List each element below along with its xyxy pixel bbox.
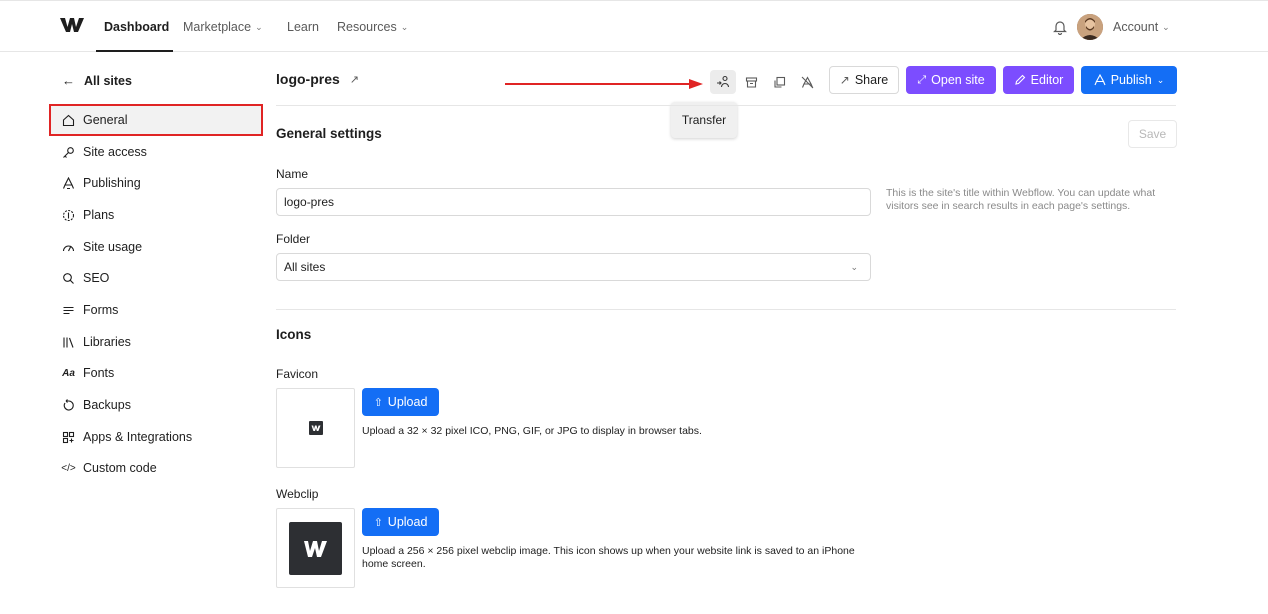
- duplicate-icon: [773, 76, 785, 88]
- webclip-preview: [276, 508, 355, 588]
- sidebar-item-fonts[interactable]: Aa Fonts: [62, 362, 262, 384]
- share-arrow-icon: ↗: [839, 73, 850, 87]
- gauge-icon: [62, 241, 75, 254]
- sidebar-item-custom-code[interactable]: </> Custom code: [61, 457, 262, 479]
- nav-resources[interactable]: Resources ⌄: [337, 20, 408, 34]
- webclip-webflow-logo-icon: [289, 521, 342, 575]
- chevron-down-icon: ⌄: [255, 21, 263, 32]
- chevron-down-icon: ⌄: [1162, 21, 1170, 32]
- icons-section-title: Icons: [276, 327, 312, 342]
- name-input[interactable]: logo-pres: [276, 188, 871, 216]
- general-settings-title: General settings: [276, 126, 382, 141]
- chevron-down-icon: ⌄: [850, 262, 858, 272]
- header-divider: [276, 105, 1176, 106]
- sidebar-item-apps-integrations[interactable]: Apps & Integrations: [62, 426, 262, 448]
- sidebar-item-plans[interactable]: Plans: [62, 204, 262, 226]
- folder-select[interactable]: All sites ⌄: [276, 253, 871, 281]
- webclip-upload-button[interactable]: ⇧ Upload: [362, 508, 439, 536]
- chevron-down-icon: ⌄: [400, 21, 409, 32]
- section-divider: [276, 309, 1176, 310]
- rocket-icon: [1094, 74, 1106, 86]
- backup-icon: [62, 398, 75, 412]
- favicon-upload-description: Upload a 32 × 32 pixel ICO, PNG, GIF, or…: [362, 425, 702, 437]
- search-icon: [62, 272, 75, 285]
- site-title: logo-pres ↗: [276, 71, 359, 87]
- sidebar-item-publishing[interactable]: Publishing: [62, 172, 262, 194]
- webflow-logo-icon[interactable]: [60, 17, 84, 33]
- favicon-webflow-logo-icon: [308, 421, 323, 435]
- open-site-icon: ⤢: [917, 73, 927, 86]
- upload-icon: ⇧: [373, 516, 383, 529]
- transfer-icon: [717, 75, 730, 88]
- rocket-icon: [62, 176, 75, 190]
- avatar[interactable]: [1077, 14, 1103, 40]
- account-menu[interactable]: Account ⌄: [1113, 20, 1170, 34]
- name-helper-text: This is the site's title within Webflow.…: [886, 187, 1156, 212]
- chevron-down-icon: ⌄: [1156, 74, 1165, 85]
- share-button[interactable]: ↗ Share: [829, 66, 899, 94]
- apps-icon: [62, 431, 75, 444]
- sidebar-item-backups[interactable]: Backups: [62, 394, 262, 416]
- home-icon: [62, 114, 75, 127]
- archive-icon: [745, 76, 757, 88]
- pencil-icon: [1014, 74, 1025, 85]
- code-icon: </>: [61, 462, 76, 474]
- unpublish-icon: [801, 75, 813, 88]
- fonts-icon: Aa: [62, 367, 75, 379]
- favicon-label: Favicon: [276, 367, 319, 381]
- nav-dashboard[interactable]: Dashboard: [104, 20, 169, 34]
- transfer-button[interactable]: [710, 70, 736, 94]
- upload-icon: ⇧: [373, 396, 383, 409]
- favicon-preview: [276, 388, 355, 468]
- folder-label: Folder: [276, 232, 311, 246]
- external-link-icon[interactable]: ↗: [350, 73, 359, 86]
- name-label: Name: [276, 167, 309, 181]
- sidebar-item-general[interactable]: General: [62, 109, 262, 131]
- save-button[interactable]: Save: [1128, 120, 1177, 148]
- sidebar-item-libraries[interactable]: Libraries: [62, 331, 262, 353]
- sidebar-item-site-usage[interactable]: Site usage: [62, 236, 262, 258]
- webclip-upload-description: Upload a 256 × 256 pixel webclip image. …: [362, 545, 855, 570]
- favicon-upload-button[interactable]: ⇧ Upload: [362, 388, 439, 416]
- all-sites-back-link[interactable]: ← All sites: [62, 73, 132, 88]
- publish-button[interactable]: Publish ⌄: [1081, 66, 1177, 94]
- sidebar-item-site-access[interactable]: Site access: [62, 141, 262, 163]
- unpublish-button[interactable]: [794, 70, 820, 94]
- forms-icon: [62, 304, 75, 317]
- sidebar-item-seo[interactable]: SEO: [62, 267, 262, 289]
- nav-active-underline: [96, 50, 173, 52]
- archive-button[interactable]: [738, 70, 764, 94]
- bell-icon[interactable]: [1053, 19, 1067, 35]
- sidebar-item-forms[interactable]: Forms: [62, 299, 262, 321]
- plans-icon: [62, 209, 75, 222]
- key-icon: [62, 146, 75, 159]
- nav-marketplace[interactable]: Marketplace ⌄: [183, 20, 263, 34]
- editor-button[interactable]: Editor: [1003, 66, 1074, 94]
- libraries-icon: [62, 336, 75, 349]
- top-navigation: Dashboard Marketplace ⌄ Learn Resources ⌄ …: [0, 0, 1268, 52]
- red-annotation-arrow-icon: [505, 79, 703, 89]
- open-site-button[interactable]: ⤢ Open site: [906, 66, 996, 94]
- arrow-left-icon: ←: [62, 73, 75, 88]
- transfer-tooltip: Transfer: [671, 102, 737, 138]
- duplicate-button[interactable]: [766, 70, 792, 94]
- nav-learn[interactable]: Learn: [287, 20, 319, 34]
- webclip-label: Webclip: [276, 487, 319, 501]
